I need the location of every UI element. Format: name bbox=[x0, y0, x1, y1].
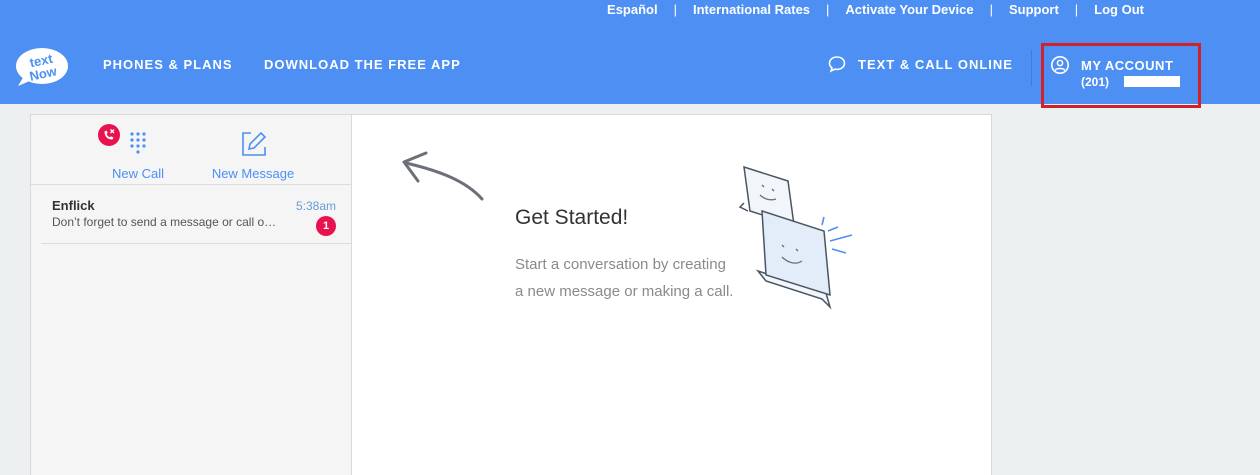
my-account-button[interactable]: MY ACCOUNT (201) bbox=[1041, 43, 1201, 108]
contact-name: Enflick bbox=[52, 198, 95, 213]
text-call-label: TEXT & CALL ONLINE bbox=[858, 56, 1013, 72]
textnow-logo[interactable]: text Now bbox=[14, 46, 74, 88]
conversation-sidebar: New Call New Message Enflick 5:38am Don’… bbox=[30, 114, 353, 475]
user-circle-icon bbox=[1051, 56, 1069, 74]
new-call-label: New Call bbox=[111, 166, 164, 181]
link-log-out[interactable]: Log Out bbox=[1094, 2, 1144, 17]
top-utility-bar: Español | International Rates | Activate… bbox=[0, 0, 1260, 24]
get-started-line-2: a new message or making a call. bbox=[515, 283, 734, 300]
link-activate-device[interactable]: Activate Your Device bbox=[845, 2, 973, 17]
link-espanol[interactable]: Español bbox=[607, 2, 658, 17]
get-started-title: Get Started! bbox=[515, 206, 629, 229]
chat-bubbles-illustration bbox=[738, 165, 853, 310]
main-nav: text Now PHONES & PLANS DOWNLOAD THE FRE… bbox=[0, 24, 1260, 108]
account-phone: (201) bbox=[1081, 75, 1110, 89]
nav-download-app[interactable]: DOWNLOAD THE FREE APP bbox=[264, 57, 461, 72]
compose-icon bbox=[242, 131, 267, 156]
get-started-text: Start a conversation by creating a new m… bbox=[515, 251, 755, 305]
redacted-number bbox=[1124, 76, 1180, 87]
main-panel: Get Started! Start a conversation by cre… bbox=[351, 114, 992, 475]
utility-links: Español | International Rates | Activate… bbox=[607, 0, 1144, 18]
new-message-button[interactable]: New Message bbox=[203, 123, 303, 181]
dialpad-icon bbox=[98, 124, 146, 154]
link-support[interactable]: Support bbox=[1009, 2, 1059, 17]
separator: | bbox=[989, 1, 993, 17]
nav-phones-plans[interactable]: PHONES & PLANS bbox=[103, 57, 233, 72]
account-title: MY ACCOUNT bbox=[1081, 58, 1174, 73]
message-time: 5:38am bbox=[295, 199, 336, 213]
chat-bubble-icon bbox=[828, 56, 846, 73]
phone-missed-icon bbox=[98, 124, 120, 146]
nav-divider bbox=[1031, 50, 1032, 86]
nav-text-call-online[interactable]: TEXT & CALL ONLINE bbox=[828, 55, 1013, 73]
conversation-item[interactable]: Enflick 5:38am Don’t forget to send a me… bbox=[41, 185, 352, 244]
new-message-label: New Message bbox=[211, 166, 295, 181]
arrow-icon bbox=[402, 151, 484, 201]
link-international-rates[interactable]: International Rates bbox=[693, 2, 810, 17]
separator: | bbox=[826, 1, 830, 17]
separator: | bbox=[673, 1, 677, 17]
new-call-button[interactable]: New Call bbox=[98, 123, 178, 181]
sidebar-actions: New Call New Message bbox=[31, 115, 352, 185]
get-started-line-1: Start a conversation by creating bbox=[515, 256, 726, 273]
unread-badge: 1 bbox=[316, 216, 336, 236]
message-preview: Don’t forget to send a message or call o… bbox=[52, 215, 277, 229]
separator: | bbox=[1074, 1, 1079, 17]
